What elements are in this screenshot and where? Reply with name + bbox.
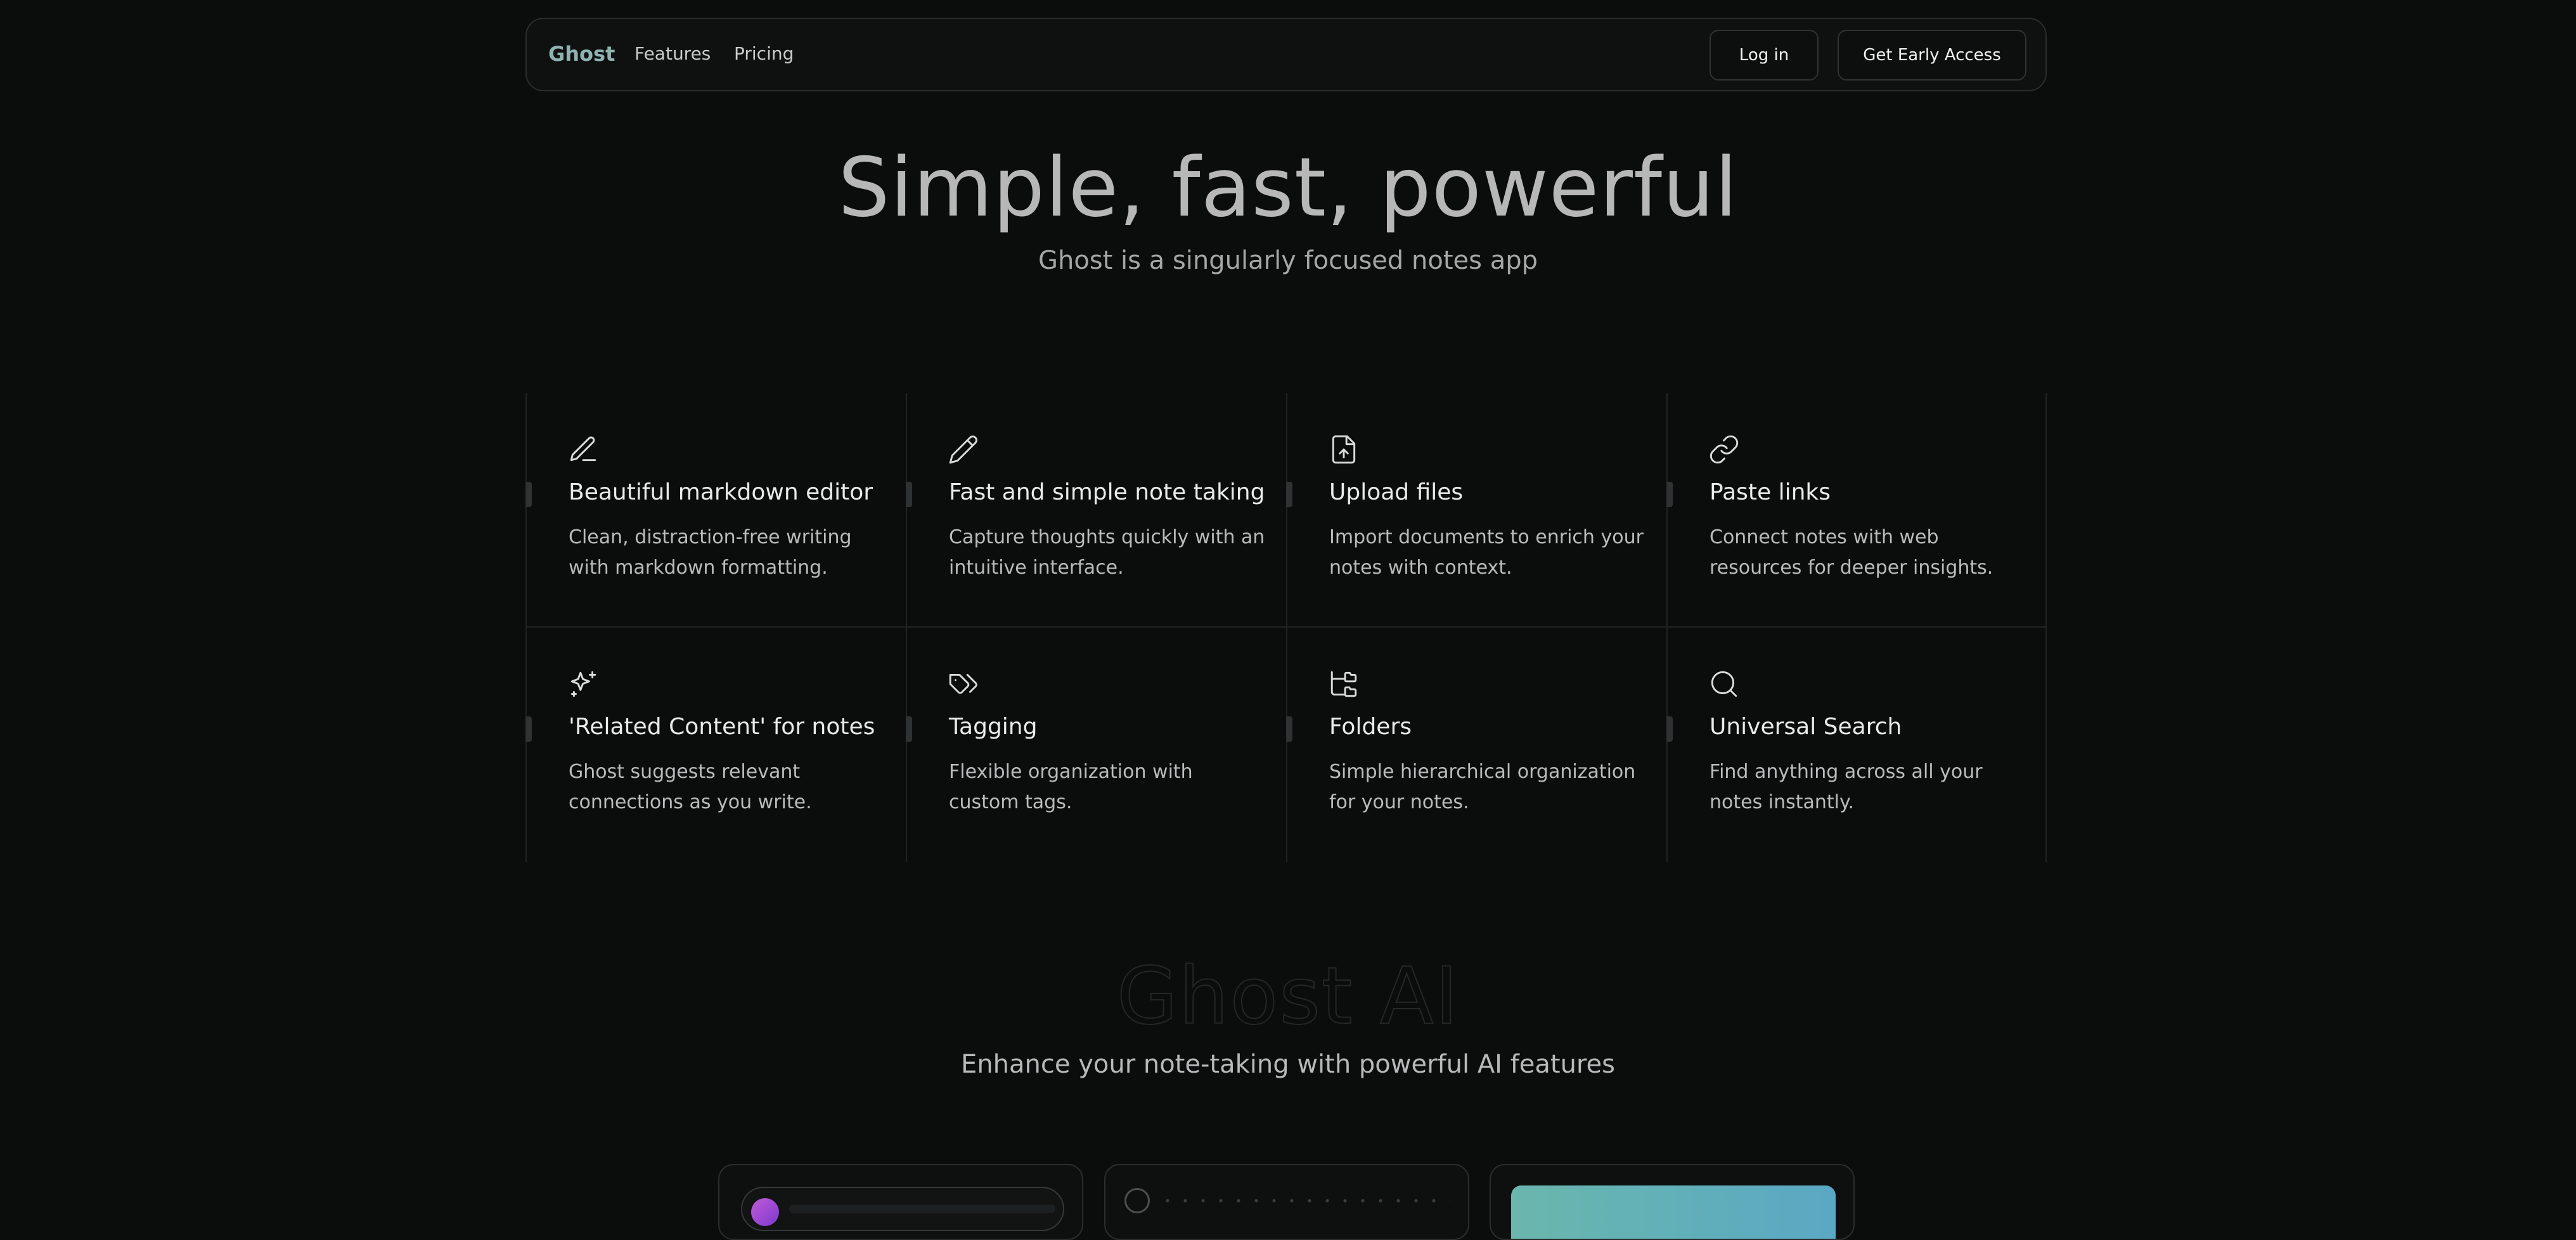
card-marker [1286,482,1292,507]
feature-title: Fast and simple note taking [949,479,1265,505]
pencil-icon [948,434,979,465]
feature-card-markdown-editor: Beautiful markdown editor Clean, distrac… [525,393,906,628]
card-marker [906,716,912,742]
feature-title: Paste links [1710,479,1831,505]
feature-title: Tagging [949,714,1038,740]
file-upload-icon [1328,434,1360,465]
card-marker [1286,716,1292,742]
top-navbar: Ghost Features Pricing Log in Get Early … [525,18,2047,91]
ghost-ai-title: Ghost AI [1116,950,1460,1043]
ai-preview-card-chat [718,1164,1083,1240]
card-marker [525,716,532,742]
feature-title: Universal Search [1710,714,1902,740]
card-marker [906,482,912,507]
node-circle-icon [1124,1188,1150,1213]
feature-card-note-taking: Fast and simple note taking Capture thou… [906,393,1286,628]
feature-description: Capture thoughts quickly with an intuiti… [949,526,1265,579]
card-marker [1666,716,1673,742]
feature-title: Folders [1329,714,1412,740]
gradient-preview-panel [1511,1185,1836,1239]
dotted-line [1159,1198,1450,1203]
feature-description: Connect notes with web resources for dee… [1710,526,1993,579]
chat-input-placeholder-bar [789,1204,1055,1213]
feature-card-paste-links: Paste links Connect notes with web resou… [1666,393,2047,628]
log-in-button[interactable]: Log in [1710,30,1819,81]
ghost-ai-subtitle: Enhance your note-taking with powerful A… [961,1050,1615,1079]
card-marker [1666,482,1673,507]
sparkles-icon [567,668,599,700]
link-icon [1708,434,1740,465]
feature-description: Import documents to enrich your notes wi… [1329,526,1644,579]
features-grid: Beautiful markdown editor Clean, distrac… [525,393,2047,862]
feature-card-related-content: 'Related Content' for notes Ghost sugges… [525,628,906,862]
pen-line-icon [567,434,599,465]
feature-description: Clean, distraction-free writing with mar… [569,526,852,579]
feature-description: Flexible organization with custom tags. [949,761,1193,813]
hero-title: Simple, fast, powerful [838,141,1738,235]
nav-link-pricing[interactable]: Pricing [734,43,794,64]
feature-card-upload-files: Upload files Import documents to enrich … [1286,393,1666,628]
feature-description: Ghost suggests relevant connections as y… [569,761,812,813]
ai-preview-card-graph [1104,1164,1469,1240]
get-early-access-button[interactable]: Get Early Access [1838,30,2026,81]
tags-icon [948,668,979,700]
feature-card-tagging: Tagging Flexible organization with custo… [906,628,1286,862]
feature-title: 'Related Content' for notes [569,714,875,740]
folder-tree-icon [1328,668,1360,700]
card-marker [525,482,532,507]
feature-description: Find anything across all your notes inst… [1710,761,1983,813]
search-icon [1708,668,1740,700]
hero-subtitle: Ghost is a singularly focused notes app [1038,246,1538,275]
feature-title: Beautiful markdown editor [569,479,873,505]
feature-card-folders: Folders Simple hierarchical organization… [1286,628,1666,862]
ai-preview-card-gradient [1490,1164,1855,1240]
brand-logo-link[interactable]: Ghost [548,42,615,66]
ai-avatar [751,1198,779,1226]
feature-description: Simple hierarchical organization for you… [1329,761,1636,813]
nav-link-features[interactable]: Features [634,43,711,64]
feature-title: Upload files [1329,479,1464,505]
feature-card-universal-search: Universal Search Find anything across al… [1666,628,2047,862]
